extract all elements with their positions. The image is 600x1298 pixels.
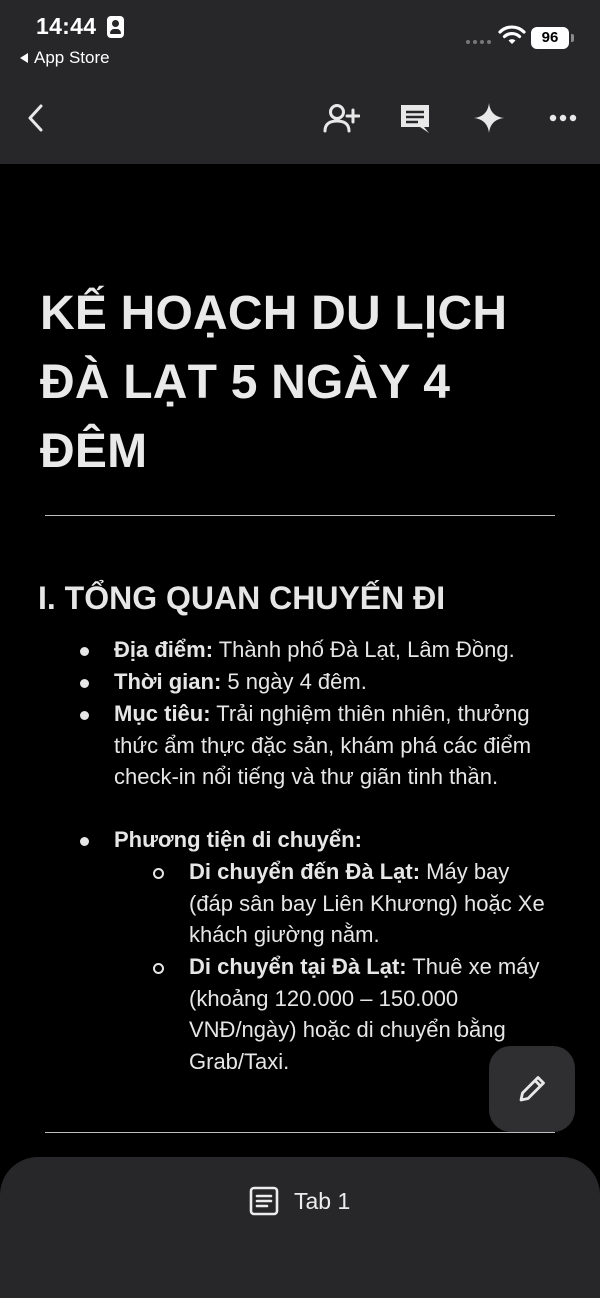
sub-bullet-icon [153,868,164,879]
bottom-tab-bar: Tab 1 [0,1157,600,1298]
top-bar: 14:44 App Store 96 [0,0,600,164]
document-outline-icon [249,1186,279,1216]
back-triangle-icon [20,53,28,63]
contact-card-icon [107,16,124,38]
pencil-icon [519,1076,545,1102]
section-heading: I. TỔNG QUAN CHUYẾN ĐI [38,580,446,616]
bullet-icon [80,711,89,720]
comment-icon [401,105,429,133]
sparkle-icon [474,103,504,133]
back-app-label: App Store [34,48,110,67]
more-options-button[interactable] [541,96,585,140]
add-person-icon [323,104,360,133]
sub-list-item: Di chuyển đến Đà Lạt: Máy bay (đáp sân b… [189,859,545,947]
signal-icon [466,40,491,44]
tab-selector[interactable]: Tab 1 [248,1185,350,1217]
back-to-app-link[interactable]: App Store [20,48,110,68]
wifi-icon [498,25,526,44]
list-item: Mục tiêu: Trải nghiệm thiên nhiên, thưởn… [114,701,532,789]
bullet-icon [80,679,89,688]
more-icon [549,114,577,122]
status-time: 14:44 [36,13,97,39]
sub-bullet-icon [153,963,164,974]
bullet-icon [80,837,89,846]
edit-button[interactable] [489,1046,575,1132]
list-item: Phương tiện di chuyển: [114,827,362,852]
comments-button[interactable] [393,96,437,140]
bullet-icon [80,647,89,656]
horizontal-rule [45,1132,555,1133]
share-button[interactable] [319,96,363,140]
tab-label: Tab 1 [294,1187,351,1214]
list-item: Địa điểm: Thành phố Đà Lạt, Lâm Đồng. [114,637,515,662]
back-icon [28,104,43,132]
horizontal-rule [45,515,555,516]
battery-indicator: 96 [531,27,574,49]
gemini-button[interactable] [467,96,511,140]
list-item: Thời gian: 5 ngày 4 đêm. [114,669,367,694]
back-button[interactable] [14,96,58,140]
document-title: KẾ HOẠCH DU LỊCH ĐÀ LẠT 5 NGÀY 4 ĐÊM [40,287,508,478]
